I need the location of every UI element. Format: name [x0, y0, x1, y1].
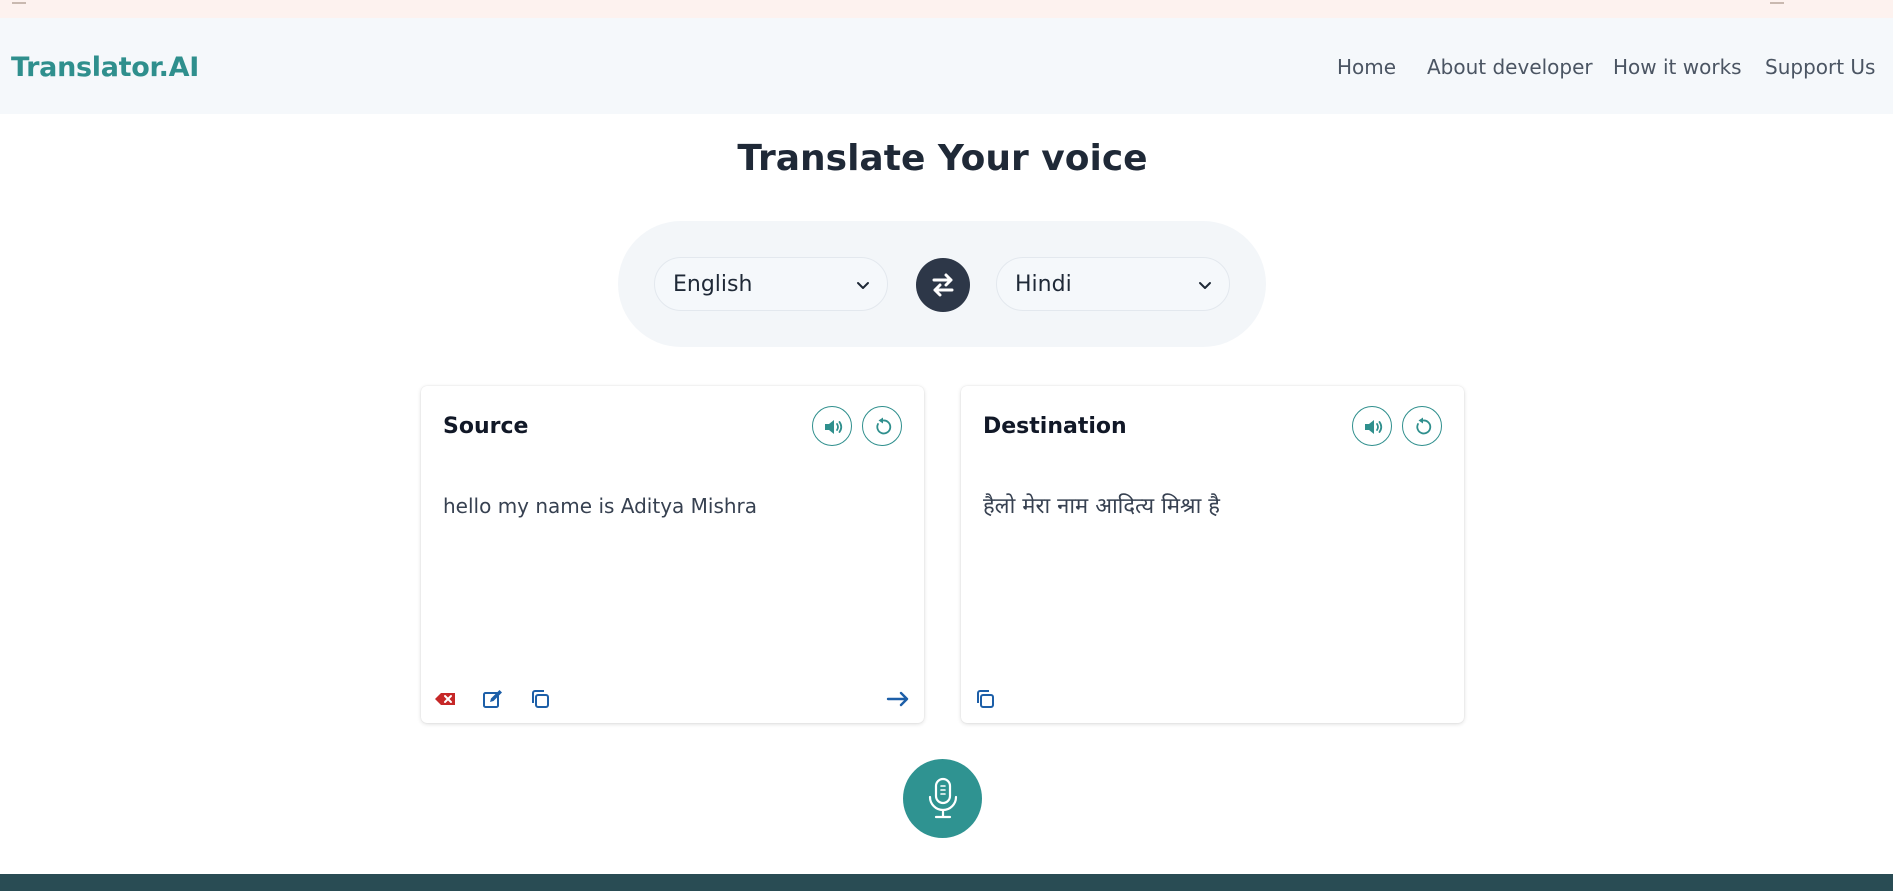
- rotate-icon: [876, 417, 892, 435]
- source-language-value: English: [673, 272, 753, 297]
- clear-text-button[interactable]: [433, 687, 457, 711]
- copy-destination-button[interactable]: [973, 687, 997, 711]
- edit-text-button[interactable]: [481, 687, 505, 711]
- rotate-icon: [1416, 417, 1432, 435]
- arrow-right-icon: [886, 691, 909, 707]
- navbar: Translator.AI Home About developer How i…: [0, 18, 1893, 114]
- target-language-value: Hindi: [1015, 272, 1072, 297]
- edit-icon: [483, 690, 502, 708]
- swap-arrows-icon: [932, 273, 954, 297]
- copy-source-button[interactable]: [528, 687, 552, 711]
- tab-marker-right: [1770, 0, 1784, 4]
- translate-button[interactable]: [886, 687, 910, 711]
- language-selector-bar: English Hindi: [618, 221, 1266, 347]
- source-reset-button[interactable]: [862, 406, 902, 446]
- source-card: Source hello my name is Aditya Mishra: [421, 386, 924, 723]
- copy-icon: [977, 690, 994, 708]
- tab-marker-left: [12, 0, 26, 4]
- source-text[interactable]: hello my name is Aditya Mishra: [443, 494, 757, 518]
- destination-speak-button[interactable]: [1352, 406, 1392, 446]
- nav-how-it-works[interactable]: How it works: [1613, 55, 1742, 79]
- top-strip: [0, 0, 1893, 18]
- swap-languages-button[interactable]: [916, 258, 970, 312]
- page-title: Translate Your voice: [737, 138, 1148, 179]
- nav-about-developer[interactable]: About developer: [1427, 55, 1593, 79]
- destination-card-title: Destination: [983, 414, 1127, 439]
- copy-icon: [532, 690, 549, 708]
- chevron-down-icon: [1199, 282, 1211, 289]
- nav-home[interactable]: Home: [1337, 55, 1396, 79]
- speaker-icon: [825, 420, 843, 434]
- speaker-icon: [1365, 420, 1383, 434]
- microphone-icon: [928, 777, 958, 819]
- target-language-select[interactable]: Hindi: [996, 257, 1230, 311]
- chevron-down-icon: [857, 282, 869, 289]
- footer-bar: [0, 874, 1893, 891]
- destination-card: Destination हैलो मेरा नाम आदित्य मिश्रा …: [961, 386, 1464, 723]
- source-speak-button[interactable]: [812, 406, 852, 446]
- microphone-button[interactable]: [903, 759, 982, 838]
- nav-support-us[interactable]: Support Us: [1765, 55, 1875, 79]
- brand-logo[interactable]: Translator.AI: [11, 52, 199, 83]
- source-card-title: Source: [443, 414, 529, 439]
- destination-reset-button[interactable]: [1402, 406, 1442, 446]
- destination-text: हैलो मेरा नाम आदित्य मिश्रा है: [983, 494, 1220, 519]
- clear-icon: [435, 693, 455, 705]
- source-language-select[interactable]: English: [654, 257, 888, 311]
